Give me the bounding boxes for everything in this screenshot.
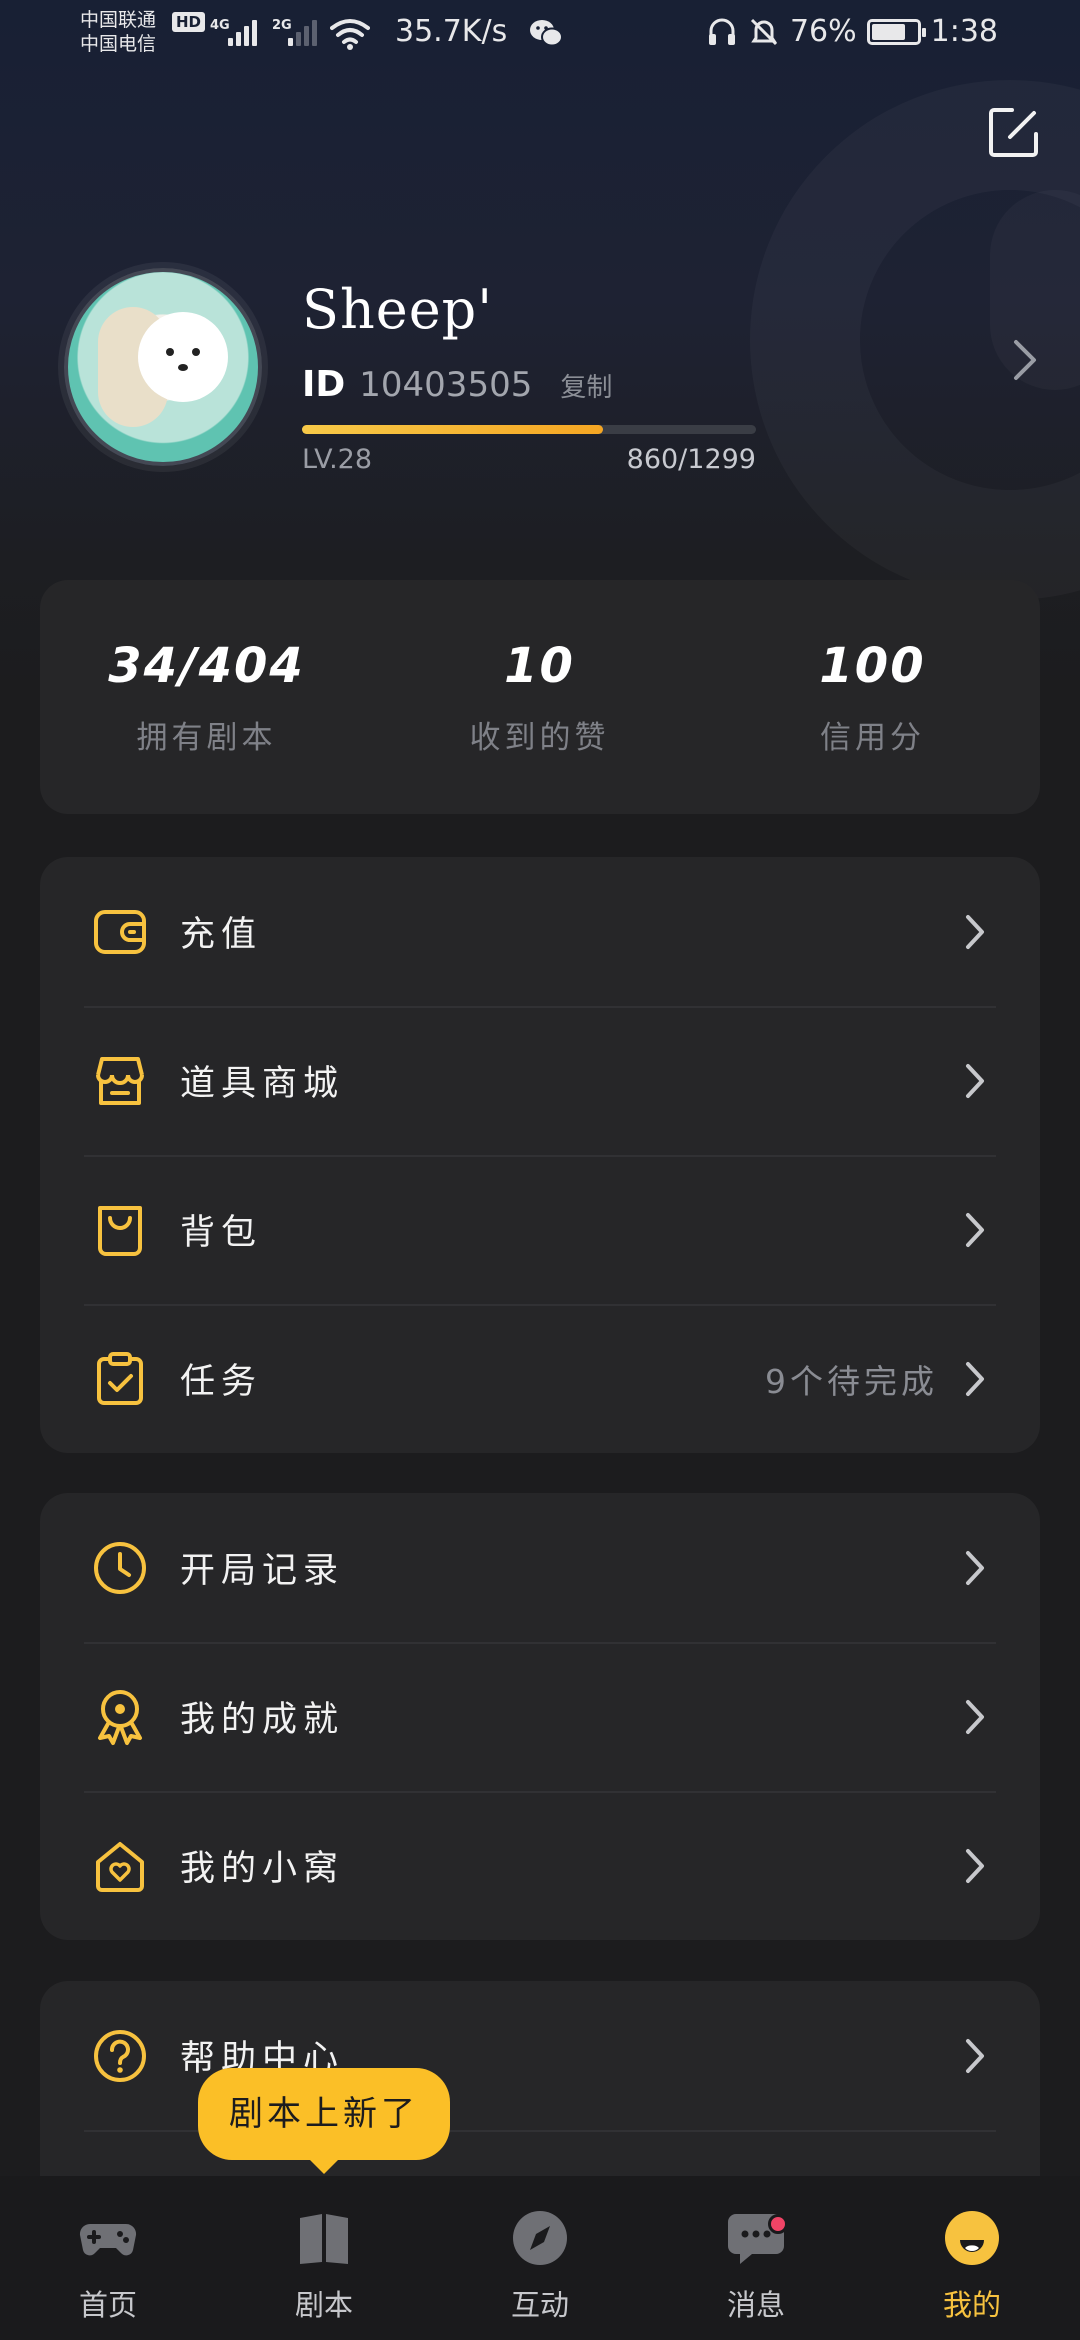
medal-icon [98, 1689, 142, 1745]
home-heart-icon [96, 1841, 144, 1892]
mute-bell-icon [750, 18, 777, 45]
experience-value: 860/1299 [626, 444, 756, 475]
chevron-right-icon [966, 1699, 984, 1734]
shop-icon [96, 1056, 144, 1105]
signal-icon-1 [228, 16, 257, 46]
profile-detail-chevron-icon[interactable] [1010, 338, 1040, 382]
level-label: LV.28 [302, 444, 373, 475]
chevron-right-icon [966, 914, 984, 949]
level-progress-bar [302, 425, 756, 434]
carrier-1: 中国联通 [80, 9, 157, 31]
tab-messages[interactable]: 消息 [648, 2176, 864, 2340]
menu-label: 开局记录 [180, 1551, 345, 1591]
battery-percent: 76% [789, 14, 857, 49]
stats-card: 34/404 拥有剧本 10 收到的赞 100 信用分 [40, 580, 1040, 814]
id-label: ID [302, 364, 346, 405]
stat-likes-received[interactable]: 10 收到的赞 [373, 638, 706, 757]
bottom-tab-bar: 首页 剧本 互动 消息 我的 [0, 2176, 1080, 2340]
edit-profile-button[interactable] [986, 104, 1042, 160]
network-type-1: 4G [210, 18, 230, 33]
new-scripts-tooltip[interactable]: 剧本上新了 [198, 2068, 450, 2174]
stat-value: 34/404 [108, 638, 305, 694]
menu-item-backpack[interactable]: 背包 [40, 1155, 1040, 1304]
id-value: 10403505 [359, 365, 533, 405]
help-icon [94, 2029, 146, 2082]
carrier-2: 中国电信 [80, 33, 157, 55]
clipboard-check-icon [97, 1351, 143, 1405]
chevron-right-icon [966, 1063, 984, 1098]
chevron-right-icon [966, 1550, 984, 1585]
carrier-names: 中国联通 中国电信 [80, 8, 156, 56]
chevron-right-icon [966, 1848, 984, 1883]
stat-value: 10 [504, 638, 575, 694]
status-right: 76% 1:38 [706, 14, 998, 49]
tab-scripts[interactable]: 剧本 [216, 2176, 432, 2340]
network-speed: 35.7K/s [395, 14, 508, 49]
compass-icon [513, 2211, 567, 2265]
status-bar: 中国联通 中国电信 HD 4G 2G 35.7K/s 76% 1:38 [0, 0, 1080, 70]
headphones-icon [708, 18, 735, 45]
book-icon [300, 2214, 348, 2264]
unread-badge [768, 2214, 788, 2234]
menu-item-game-records[interactable]: 开局记录 [40, 1493, 1040, 1642]
menu-label: 我的成就 [180, 1700, 345, 1740]
tab-label: 我的 [942, 2288, 1001, 2322]
bag-icon [98, 1205, 142, 1256]
gamepad-icon [79, 2223, 137, 2256]
menu-group-records: 开局记录 我的成就 我的小窝 [40, 1493, 1040, 1940]
battery-icon [866, 18, 926, 45]
menu-label: 充值 [180, 915, 263, 955]
menu-label: 背包 [180, 1213, 263, 1253]
tab-home[interactable]: 首页 [0, 2176, 216, 2340]
clock-time: 1:38 [930, 14, 998, 49]
clock-icon [94, 1541, 146, 1594]
menu-item-my-home[interactable]: 我的小窝 [40, 1791, 1040, 1940]
user-id-row: ID 10403505 复制 [302, 364, 612, 405]
menu-label: 我的小窝 [180, 1849, 345, 1889]
stat-credit-score[interactable]: 100 信用分 [706, 638, 1039, 757]
stat-label: 拥有剧本 [136, 720, 277, 756]
menu-item-tasks[interactable]: 任务 9个待完成 [40, 1304, 1040, 1453]
signal-icon-2 [288, 16, 317, 46]
stat-scripts-owned[interactable]: 34/404 拥有剧本 [40, 638, 373, 757]
tab-interact[interactable]: 互动 [432, 2176, 648, 2340]
chevron-right-icon [966, 1212, 984, 1247]
chevron-right-icon [966, 2038, 984, 2073]
menu-item-achievements[interactable]: 我的成就 [40, 1642, 1040, 1791]
tab-label: 消息 [726, 2288, 785, 2322]
tab-label: 互动 [510, 2288, 569, 2322]
stat-label: 收到的赞 [469, 720, 610, 756]
tab-me[interactable]: 我的 [864, 2176, 1080, 2340]
menu-item-item-shop[interactable]: 道具商城 [40, 1006, 1040, 1155]
menu-label: 道具商城 [180, 1064, 345, 1104]
menu-group-wallet: 充值 道具商城 背包 任务 9个待完成 [40, 857, 1040, 1453]
tab-label: 剧本 [294, 2288, 353, 2322]
username: Sheep' [302, 278, 494, 341]
avatar[interactable] [64, 268, 262, 466]
menu-item-recharge[interactable]: 充值 [40, 857, 1040, 1006]
copy-id-button[interactable]: 复制 [560, 367, 612, 404]
hd-badge: HD [172, 12, 206, 32]
stat-value: 100 [819, 638, 926, 694]
wechat-icon [530, 20, 563, 47]
wallet-icon [94, 909, 146, 954]
menu-label: 任务 [180, 1362, 263, 1402]
chevron-right-icon [966, 1361, 984, 1396]
battery-level [871, 23, 906, 40]
menu-item-help-center[interactable]: 帮助中心 [40, 1981, 1040, 2130]
pending-tasks-count: 9个待完成 [765, 1361, 938, 1401]
smile-face-icon [945, 2211, 999, 2265]
profile-page: 中国联通 中国电信 HD 4G 2G 35.7K/s 76% 1:38 Shee… [0, 0, 1080, 2340]
tab-label: 首页 [78, 2288, 137, 2322]
level-progress-fill [302, 425, 603, 434]
wifi-icon [330, 19, 370, 50]
stat-label: 信用分 [820, 720, 925, 756]
